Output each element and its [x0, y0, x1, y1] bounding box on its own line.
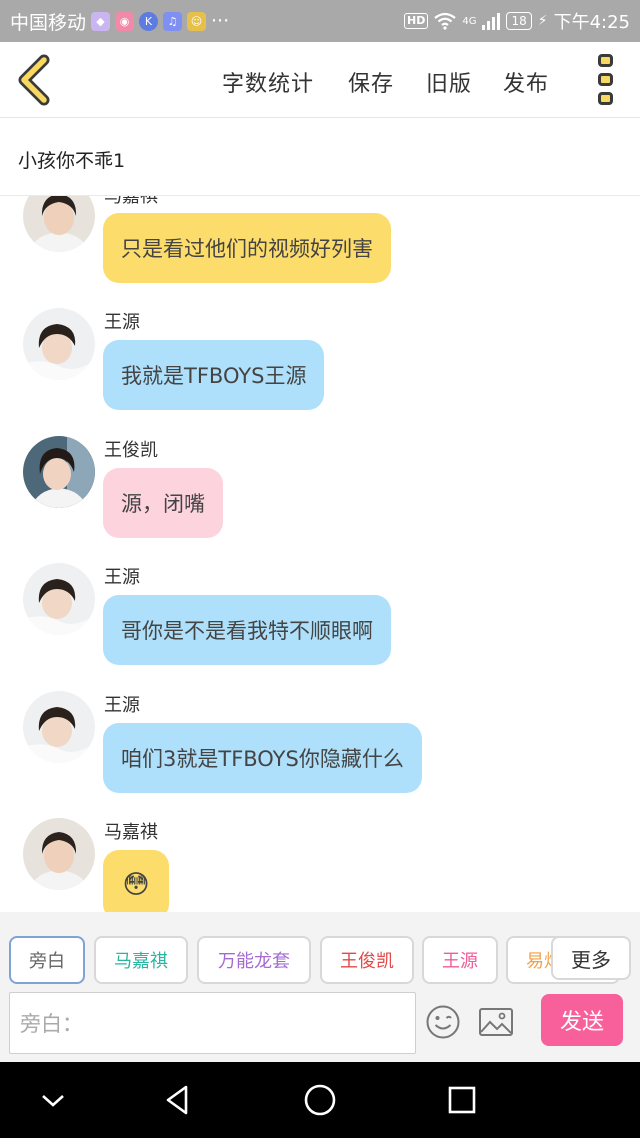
avatar-wangyuan-icon	[23, 563, 95, 635]
publish-button[interactable]: 发布	[503, 66, 549, 98]
sender-name: 王源	[104, 312, 140, 333]
avatar-majiaqi-icon	[23, 196, 95, 252]
save-button[interactable]: 保存	[348, 66, 394, 98]
avatar	[23, 563, 95, 635]
battery-icon: 18	[506, 12, 532, 30]
message-bubble: 哥你是不是看我特不顺眼啊	[103, 595, 391, 665]
status-bar: 中国移动 ◆ ◉ K ♫ ☺ ··· HD 4G 18 ⚡ 下午4:25	[0, 0, 640, 42]
menu-dot-icon	[598, 54, 613, 67]
character-selector[interactable]: 旁白 马嘉祺 万能龙套 王俊凯 王源 易烊千玺 更多	[0, 936, 640, 986]
nav-home-button[interactable]	[300, 1080, 340, 1120]
signal-icon	[482, 13, 501, 30]
story-title-row[interactable]: 小孩你不乖1	[0, 118, 640, 196]
message-bubble: 源，闭嘴	[103, 468, 223, 538]
app-notification-icon: ◆	[91, 11, 111, 31]
message-bubble: 只是看过他们的视频好列害	[103, 213, 391, 283]
character-chip-narrator[interactable]: 旁白	[9, 936, 85, 984]
nav-recents-button[interactable]	[442, 1080, 482, 1120]
character-chip[interactable]: 王俊凯	[320, 936, 414, 984]
sender-name: 王俊凯	[104, 440, 158, 461]
chip-label: 马嘉祺	[114, 951, 168, 972]
avatar	[23, 818, 95, 890]
app-notification-icon: ☺	[187, 11, 207, 31]
composer-panel: 旁白 马嘉祺 万能龙套 王俊凯 王源 易烊千玺 更多 旁白：	[0, 912, 640, 1062]
app-notification-icon: K	[139, 11, 159, 31]
back-button[interactable]	[14, 54, 58, 106]
nav-back-button[interactable]	[158, 1080, 198, 1120]
avatar-wangyuan-icon	[23, 691, 95, 763]
avatar-majiaqi-icon	[23, 818, 95, 890]
sender-name: 王源	[104, 567, 140, 588]
message-bubble: 😳	[103, 850, 169, 912]
carrier-label: 中国移动	[10, 11, 87, 34]
charging-icon: ⚡	[537, 13, 548, 29]
old-version-button[interactable]: 旧版	[426, 66, 472, 98]
hd-voice-icon: HD	[403, 13, 429, 29]
network-type-label: 4G	[462, 16, 477, 27]
chevron-down-icon	[42, 1095, 64, 1107]
message-bubble: 我就是TFBOYS王源	[103, 340, 325, 410]
emoji-icon	[426, 1005, 460, 1039]
triangle-back-icon	[166, 1085, 188, 1115]
character-chip[interactable]: 万能龙套	[197, 936, 311, 984]
more-notifications-icon: ···	[211, 10, 230, 32]
image-button[interactable]	[478, 1004, 514, 1040]
chip-label: 王源	[442, 951, 478, 972]
send-button[interactable]: 发送	[541, 994, 623, 1046]
avatar	[23, 196, 95, 252]
sender-name: 王源	[104, 695, 140, 716]
music-app-icon: ♫	[163, 11, 183, 31]
nav-hide-button[interactable]	[33, 1080, 73, 1120]
chevron-left-icon	[18, 54, 50, 106]
chip-label: 旁白	[29, 951, 65, 972]
menu-dot-icon	[598, 73, 613, 86]
system-nav-bar	[0, 1062, 640, 1138]
more-menu-button[interactable]	[596, 54, 616, 106]
wifi-icon	[434, 12, 457, 30]
sender-name: 马嘉祺	[104, 822, 158, 843]
message-input[interactable]: 旁白：	[9, 992, 416, 1054]
chip-label: 王俊凯	[340, 951, 394, 972]
chip-label: 万能龙套	[218, 951, 290, 972]
story-title: 小孩你不乖1	[18, 150, 126, 172]
avatar-wangjunkai-icon	[23, 436, 95, 508]
square-recents-icon	[448, 1086, 476, 1114]
menu-dot-icon	[598, 92, 613, 105]
chat-area[interactable]: 马嘉祺 只是看过他们的视频好列害 王源 我就是TFBOYS王源 王俊凯 源，闭嘴…	[0, 196, 640, 912]
clock: 下午4:25	[553, 12, 630, 33]
circle-home-icon	[304, 1084, 336, 1116]
image-icon	[479, 1008, 513, 1036]
app-notification-icon: ◉	[115, 11, 135, 31]
input-placeholder: 旁白：	[20, 1012, 83, 1036]
more-characters-button[interactable]: 更多	[551, 936, 631, 980]
avatar	[23, 436, 95, 508]
emoji-button[interactable]	[425, 1004, 461, 1040]
avatar	[23, 691, 95, 763]
character-chip[interactable]: 王源	[422, 936, 498, 984]
avatar-wangyuan-icon	[23, 308, 95, 380]
sender-name: 马嘉祺	[104, 196, 158, 207]
message-bubble: 咱们3就是TFBOYS你隐藏什么	[103, 723, 422, 793]
top-toolbar: 字数统计 保存 旧版 发布	[0, 42, 640, 118]
avatar	[23, 308, 95, 380]
word-count-button[interactable]: 字数统计	[222, 66, 314, 98]
character-chip[interactable]: 马嘉祺	[94, 936, 188, 984]
